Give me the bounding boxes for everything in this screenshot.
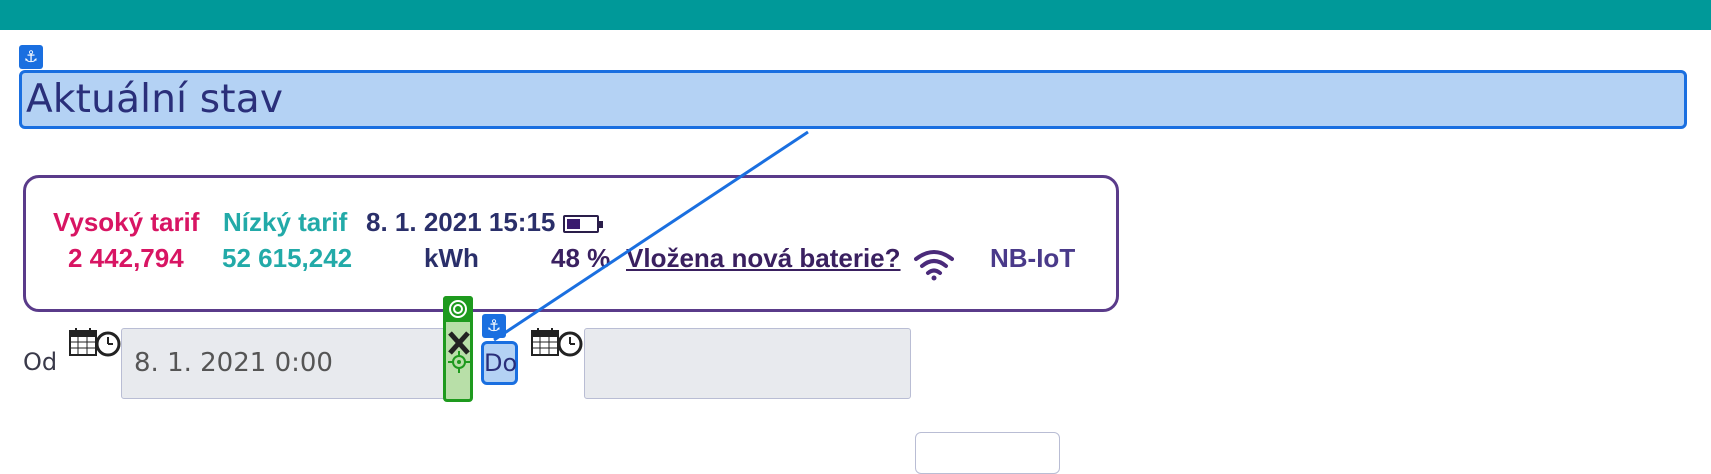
anchor-connector-line [493, 130, 809, 342]
bottom-input[interactable] [915, 432, 1060, 474]
